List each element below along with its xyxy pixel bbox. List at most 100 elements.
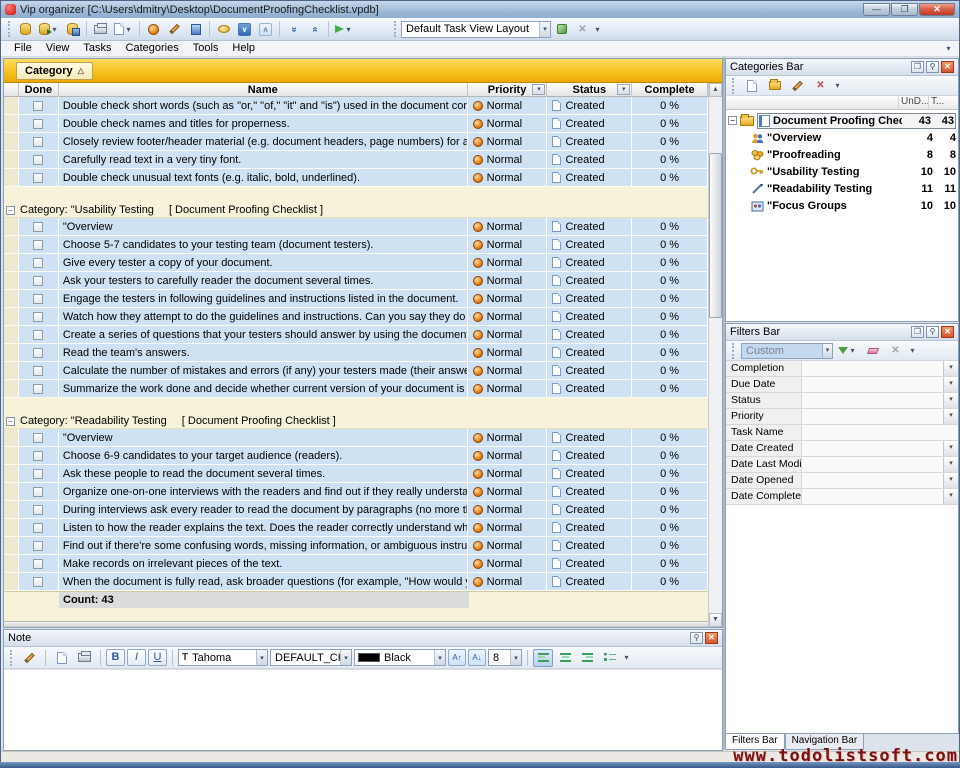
done-cell[interactable] [19, 308, 59, 325]
filter-dropdown-icon[interactable] [943, 393, 958, 408]
priority-cell[interactable]: Normal [468, 483, 548, 500]
task-name-cell[interactable]: Find out if there're some confusing word… [59, 537, 468, 554]
vertical-scrollbar[interactable]: ▲ ▼ [708, 83, 722, 627]
status-cell[interactable]: Created [547, 344, 632, 361]
status-cell[interactable]: Created [547, 380, 632, 397]
done-cell[interactable] [19, 429, 59, 446]
status-cell[interactable]: Created [547, 555, 632, 572]
done-cell[interactable] [19, 151, 59, 168]
priority-cell[interactable]: Normal [468, 97, 548, 114]
scroll-up-button[interactable]: ▲ [709, 83, 722, 97]
status-cell[interactable]: Created [547, 290, 632, 307]
filter-value[interactable] [802, 393, 943, 408]
complete-cell[interactable]: 0 % [632, 519, 708, 536]
new-database-button[interactable] [15, 20, 36, 39]
note-print-button[interactable] [74, 648, 95, 667]
filters-toolbar-caret-icon[interactable] [908, 346, 917, 355]
collapse-all-button[interactable]: » [304, 20, 325, 39]
status-cell[interactable]: Created [547, 537, 632, 554]
toolbar-overflow-caret-icon[interactable] [593, 25, 602, 34]
done-cell[interactable] [19, 133, 59, 150]
filter-dropdown-icon[interactable] [943, 361, 958, 376]
task-row[interactable]: Choose 6-9 candidates to your target aud… [4, 447, 708, 465]
filter-value[interactable] [802, 425, 958, 440]
column-header-status[interactable]: Status [547, 83, 632, 96]
priority-cell[interactable]: Normal [468, 133, 548, 150]
column-header-complete[interactable]: Complete [632, 83, 708, 96]
move-up-button[interactable]: ∧ [255, 20, 276, 39]
done-checkbox[interactable] [33, 222, 43, 232]
done-cell[interactable] [19, 218, 59, 235]
status-cell[interactable]: Created [547, 326, 632, 343]
status-cell[interactable]: Created [547, 308, 632, 325]
complete-cell[interactable]: 0 % [632, 236, 708, 253]
minimize-button[interactable]: — [863, 3, 890, 16]
priority-filter-dropdown[interactable] [532, 84, 545, 95]
underline-button[interactable]: U [148, 649, 167, 666]
task-name-cell[interactable]: During interviews ask every reader to re… [59, 501, 468, 518]
task-name-cell[interactable]: Double check names and titles for proper… [59, 115, 468, 132]
priority-cell[interactable]: Normal [468, 465, 548, 482]
done-cell[interactable] [19, 97, 59, 114]
toolbar-grip[interactable] [732, 78, 736, 94]
priority-cell[interactable]: Normal [468, 308, 548, 325]
done-cell[interactable] [19, 115, 59, 132]
complete-cell[interactable]: 0 % [632, 537, 708, 554]
column-header-priority[interactable]: Priority [468, 83, 548, 96]
note-preview-button[interactable] [51, 648, 72, 667]
task-name-cell[interactable]: Organize one-on-one interviews with the … [59, 483, 468, 500]
done-checkbox[interactable] [33, 330, 43, 340]
apply-filter-button[interactable] [835, 341, 860, 360]
filter-row[interactable]: Date Last Modified [726, 457, 958, 473]
restore-panel-icon[interactable]: ❐ [911, 326, 924, 338]
task-row[interactable]: Create a series of questions that your t… [4, 326, 708, 344]
print-button[interactable] [90, 20, 111, 39]
done-cell[interactable] [19, 254, 59, 271]
task-row[interactable]: During interviews ask every reader to re… [4, 501, 708, 519]
close-button[interactable]: ✕ [919, 3, 955, 16]
collapse-icon[interactable] [6, 206, 15, 215]
done-cell[interactable] [19, 537, 59, 554]
pin-icon[interactable]: ⚲ [926, 61, 939, 73]
complete-cell[interactable]: 0 % [632, 272, 708, 289]
new-task-list-button[interactable] [741, 76, 762, 95]
open-database-button[interactable] [36, 20, 62, 39]
complete-cell[interactable]: 0 % [632, 573, 708, 590]
edit-category-button[interactable] [787, 76, 808, 95]
task-row[interactable]: Watch how they attempt to do the guideli… [4, 308, 708, 326]
done-cell[interactable] [19, 555, 59, 572]
status-cell[interactable]: Created [547, 218, 632, 235]
task-name-cell[interactable]: Listen to how the reader explains the te… [59, 519, 468, 536]
priority-cell[interactable]: Normal [468, 272, 548, 289]
filter-row[interactable]: Priority [726, 409, 958, 425]
filter-value[interactable] [802, 473, 943, 488]
task-row[interactable]: When the document is fully read, ask bro… [4, 573, 708, 591]
priority-cell[interactable]: Normal [468, 290, 548, 307]
filters-close-icon[interactable]: ✕ [941, 326, 954, 338]
status-cell[interactable]: Created [547, 151, 632, 168]
tree-category-item[interactable]: "Readability Testing 11 11 [726, 180, 958, 197]
align-left-button[interactable] [533, 649, 553, 667]
flag-caret-icon[interactable] [344, 25, 353, 34]
tree-category-item[interactable]: "Focus Groups 10 10 [726, 197, 958, 214]
status-cell[interactable]: Created [547, 501, 632, 518]
task-name-cell[interactable]: "Overview [59, 429, 468, 446]
status-cell[interactable]: Created [547, 573, 632, 590]
categories-close-icon[interactable]: ✕ [941, 61, 954, 73]
done-cell[interactable] [19, 465, 59, 482]
filter-value[interactable] [802, 457, 943, 472]
filter-preset-combo[interactable]: Custom [741, 343, 833, 359]
done-cell[interactable] [19, 483, 59, 500]
task-name-cell[interactable]: Calculate the number of mistakes and err… [59, 362, 468, 379]
toggle-complete-button[interactable] [213, 20, 234, 39]
done-checkbox[interactable] [33, 155, 43, 165]
task-name-cell[interactable]: Summarize the work done and decide wheth… [59, 380, 468, 397]
task-row[interactable]: "Overview Normal Created 0 % [4, 429, 708, 447]
menu-item-tools[interactable]: Tools [186, 41, 226, 56]
complete-cell[interactable]: 0 % [632, 254, 708, 271]
combo-arrow-icon[interactable] [434, 650, 445, 665]
status-cell[interactable]: Created [547, 254, 632, 271]
column-header-total[interactable]: T... [928, 96, 958, 109]
task-row[interactable]: Read the team's answers. Normal Created … [4, 344, 708, 362]
priority-cell[interactable]: Normal [468, 555, 548, 572]
